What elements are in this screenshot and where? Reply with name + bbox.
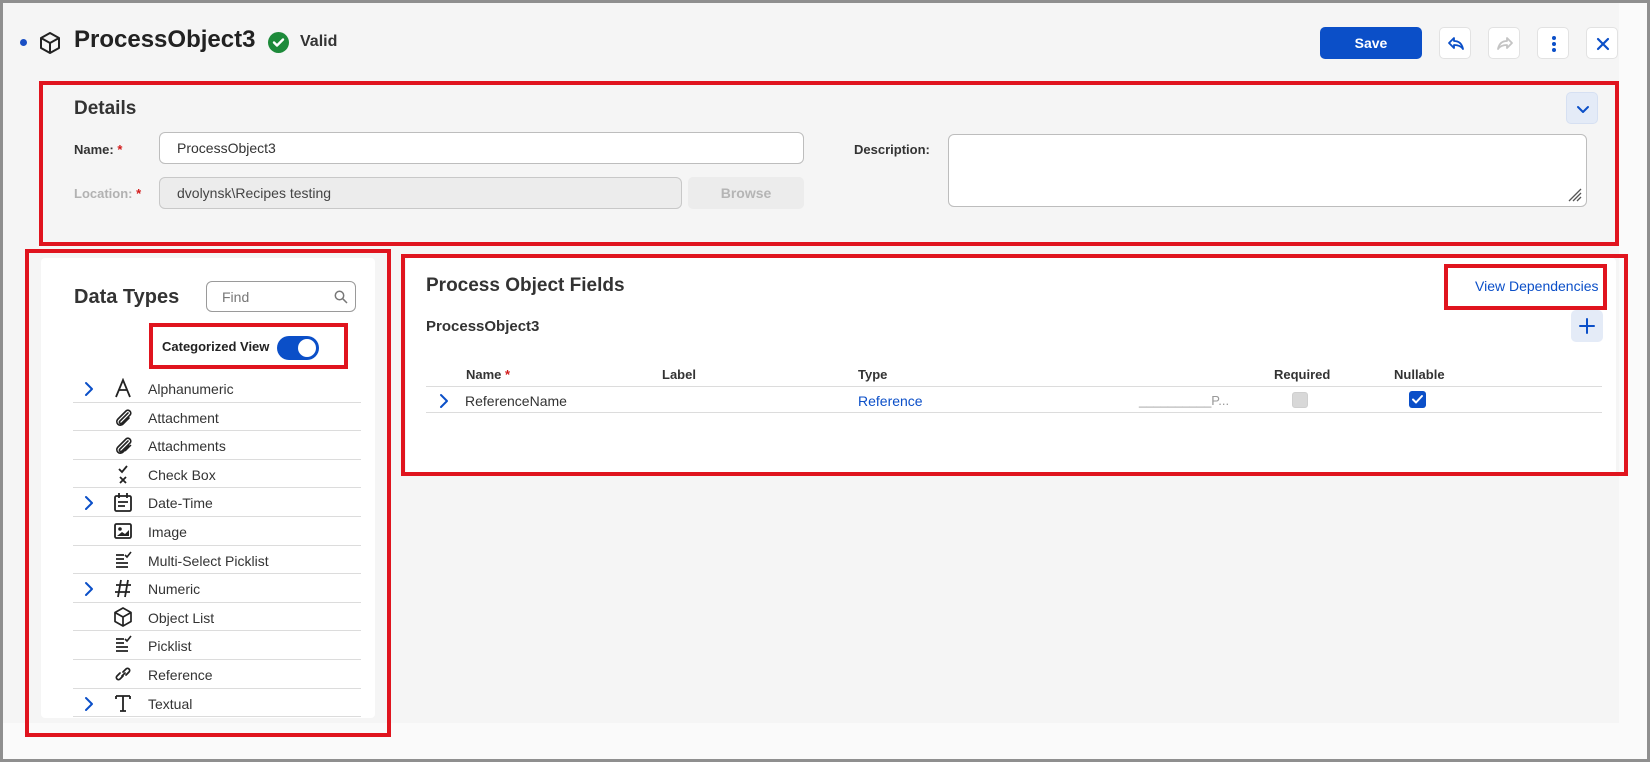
view-dependencies-link[interactable]: View Dependencies [1475, 278, 1599, 294]
description-label: Description: [854, 142, 930, 157]
collapse-details-button[interactable] [1566, 92, 1598, 124]
row-divider [426, 412, 1602, 413]
hash-icon [115, 579, 131, 598]
column-header-required[interactable]: Required [1274, 367, 1330, 382]
data-types-heading: Data Types [74, 286, 180, 308]
find-input[interactable] [222, 282, 322, 311]
data-type-item-date-time[interactable]: Date-Time [73, 488, 361, 517]
location-input: dvolynsk\Recipes testing [159, 177, 682, 209]
data-type-item-image[interactable]: Image [73, 517, 361, 546]
column-header-type[interactable]: Type [858, 367, 887, 382]
data-type-label: Alphanumeric [148, 381, 234, 397]
field-reference-target[interactable]: __________P... [1139, 393, 1229, 408]
browse-button: Browse [688, 177, 804, 209]
categorized-view-toggle[interactable] [277, 336, 319, 360]
data-type-label: Numeric [148, 581, 201, 598]
chevron-right-icon[interactable] [83, 581, 95, 597]
data-type-item-picklist[interactable]: Picklist [73, 631, 361, 660]
data-type-label: Object List [148, 609, 215, 626]
chevron-down-icon [1577, 106, 1589, 113]
letter-t-icon [115, 694, 131, 712]
data-type-item-check-box[interactable]: Check Box [73, 460, 361, 489]
close-icon [1596, 37, 1610, 51]
data-type-label: Attachment [148, 409, 219, 426]
data-type-label: Picklist [148, 638, 192, 655]
calendar-icon [114, 493, 132, 513]
redo-button[interactable] [1488, 27, 1520, 59]
data-type-item-attachments[interactable]: Attachments [73, 431, 361, 460]
details-heading: Details [74, 98, 137, 119]
find-field[interactable] [206, 281, 356, 312]
data-type-label: Reference [148, 666, 213, 683]
data-type-label: Multi-Select Picklist [148, 552, 269, 569]
data-type-item-textual[interactable]: Textual [73, 689, 361, 718]
location-label: Location: * [74, 186, 142, 201]
name-input[interactable]: ProcessObject3 [159, 132, 804, 164]
resize-handle-icon[interactable] [1566, 186, 1582, 202]
undo-button[interactable] [1439, 27, 1471, 59]
categorized-view-label: Categorized View [162, 339, 270, 354]
data-type-item-object-list[interactable]: Object List [73, 603, 361, 632]
bottom-gutter [3, 723, 1647, 759]
data-type-item-attachment[interactable]: Attachment [73, 403, 361, 432]
data-type-item-reference[interactable]: Reference [73, 660, 361, 689]
redo-icon [1497, 37, 1513, 50]
image-icon [114, 523, 132, 539]
more-button[interactable] [1537, 27, 1569, 59]
object-name-heading: ProcessObject3 [426, 318, 540, 335]
data-type-label: Image [148, 523, 187, 540]
multi-picklist-icon [116, 551, 132, 568]
data-type-label: Attachments [148, 438, 226, 455]
field-type-link[interactable]: Reference [858, 393, 923, 409]
add-field-button[interactable] [1571, 310, 1603, 342]
more-vertical-icon [1552, 36, 1556, 52]
status-text: Valid [300, 33, 338, 50]
data-type-label: Date-Time [148, 495, 213, 512]
column-header-label[interactable]: Label [662, 367, 696, 382]
column-header-nullable[interactable]: Nullable [1394, 367, 1445, 382]
data-type-label: Check Box [148, 466, 216, 483]
chevron-right-icon[interactable] [83, 696, 95, 712]
unsaved-dot [20, 39, 27, 46]
name-label: Name: * [74, 142, 123, 157]
data-type-item-alphanumeric[interactable]: Alphanumeric [73, 374, 361, 403]
data-type-label: Textual [148, 695, 193, 712]
nullable-checkbox[interactable] [1409, 391, 1426, 408]
plus-icon [1579, 318, 1595, 334]
close-button[interactable] [1586, 27, 1618, 59]
letter-a-icon [115, 378, 131, 398]
checkmark-icon [1412, 395, 1423, 404]
undo-icon [1448, 37, 1464, 50]
checkbox-icon [118, 465, 128, 484]
paperclip-icon [116, 409, 132, 426]
chevron-right-icon[interactable] [83, 495, 95, 511]
search-icon [334, 290, 348, 304]
check-circle-icon [268, 32, 289, 53]
field-name-cell[interactable]: ReferenceName [465, 393, 567, 409]
cube-icon [40, 32, 60, 54]
header-divider [426, 386, 1602, 387]
chevron-right-icon[interactable] [83, 381, 95, 397]
column-header-name[interactable]: Name * [466, 367, 510, 382]
link-icon [115, 667, 131, 681]
data-type-item-multi-select-picklist[interactable]: Multi-Select Picklist [73, 546, 361, 575]
fields-heading: Process Object Fields [426, 275, 625, 296]
paperclips-icon [116, 437, 132, 455]
picklist-icon [116, 635, 132, 653]
cube-icon [114, 606, 132, 627]
chevron-right-icon[interactable] [438, 393, 450, 409]
scroll-gutter [1619, 3, 1647, 723]
required-checkbox [1292, 392, 1308, 408]
data-type-item-numeric[interactable]: Numeric [73, 574, 361, 603]
data-types-list: Alphanumeric Attachment Attachments Check B… [73, 374, 361, 718]
save-button[interactable]: Save [1320, 27, 1422, 59]
description-textarea[interactable] [948, 134, 1587, 207]
toggle-knob [298, 339, 316, 357]
page-title: ProcessObject3 [74, 26, 256, 53]
